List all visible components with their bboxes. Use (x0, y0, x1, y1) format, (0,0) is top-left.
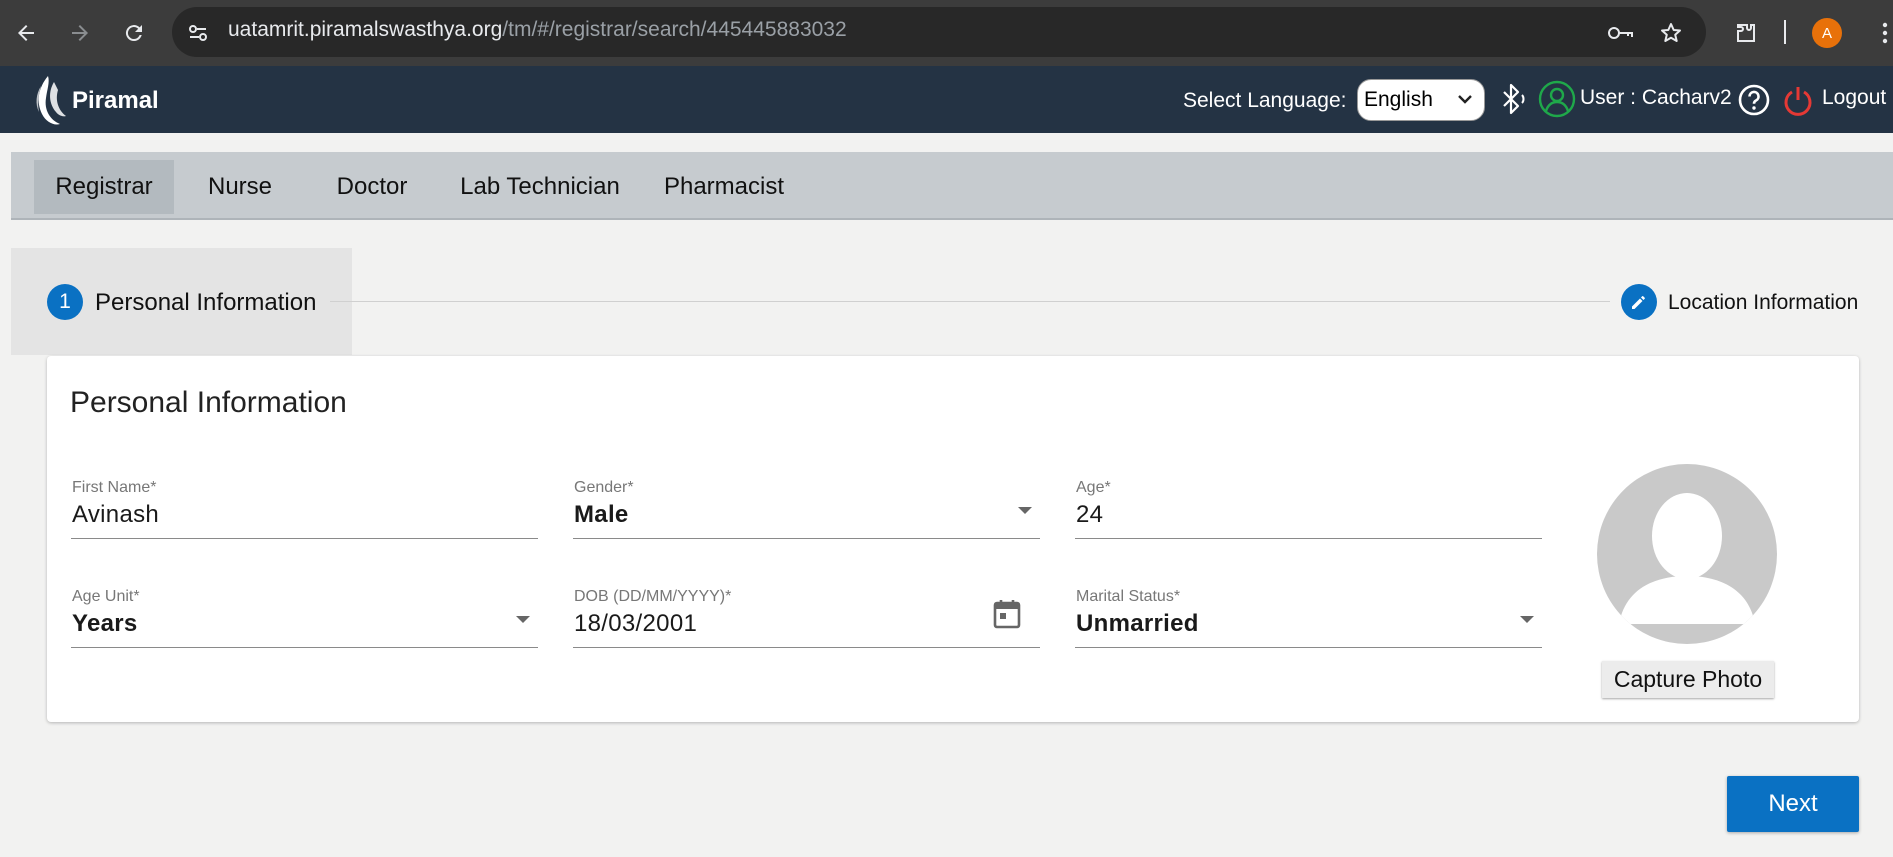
age-field[interactable]: Age* 24 (1075, 479, 1542, 539)
tab-lab-technician[interactable]: Lab Technician (448, 160, 632, 214)
reload-icon[interactable] (114, 13, 154, 53)
gender-value: Male (574, 501, 629, 528)
marital-status-select[interactable]: Marital Status* Unmarried (1075, 588, 1542, 648)
profile-avatar[interactable]: A (1812, 18, 1842, 48)
browser-menu-icon[interactable] (1870, 18, 1893, 48)
dropdown-arrow-icon (1520, 616, 1534, 623)
edit-pencil-icon[interactable] (1621, 284, 1657, 320)
gender-select[interactable]: Gender* Male (573, 479, 1040, 539)
age-unit-select[interactable]: Age Unit* Years (71, 588, 538, 648)
dob-value: 18/03/2001 (574, 610, 698, 637)
user-profile-icon[interactable] (1538, 80, 1576, 118)
tab-pharmacist[interactable]: Pharmacist (656, 160, 792, 214)
first-name-label: First Name* (72, 479, 157, 496)
step-1-indicator: 1 (47, 284, 83, 320)
language-selected-value: English (1364, 88, 1433, 111)
user-info: User : Cacharv2 (1580, 86, 1732, 110)
password-key-icon[interactable] (1606, 18, 1636, 48)
dob-field[interactable]: DOB (DD/MM/YYYY)* 18/03/2001 (573, 588, 1040, 648)
piramal-logo[interactable]: Piramal (32, 72, 159, 130)
age-value: 24 (1076, 501, 1104, 528)
stepper-connector (330, 301, 1610, 302)
age-unit-value: Years (72, 610, 138, 637)
logout-link[interactable]: Logout (1822, 86, 1886, 110)
dropdown-arrow-icon (1018, 507, 1032, 514)
power-logout-icon[interactable] (1781, 83, 1815, 117)
gender-label: Gender* (574, 479, 634, 496)
extensions-icon[interactable] (1731, 18, 1761, 48)
forward-icon[interactable] (60, 13, 100, 53)
user-label: User : (1580, 86, 1637, 109)
age-label: Age* (1076, 479, 1111, 496)
step-1-label: Personal Information (95, 289, 317, 316)
browser-toolbar: uatamrit.piramalswasthya.org/tm/#/regist… (0, 0, 1893, 66)
language-select[interactable]: English (1357, 79, 1485, 121)
url-text: uatamrit.piramalswasthya.org/tm/#/regist… (228, 18, 847, 42)
card-title: Personal Information (70, 386, 347, 419)
tab-doctor[interactable]: Doctor (320, 160, 424, 214)
toolbar-divider (1784, 20, 1786, 44)
tab-registrar[interactable]: Registrar (34, 160, 174, 214)
chevron-down-icon (1458, 95, 1472, 104)
marital-status-label: Marital Status* (1076, 588, 1181, 605)
calendar-icon[interactable] (992, 598, 1022, 635)
back-icon[interactable] (6, 13, 46, 53)
help-icon[interactable] (1737, 83, 1771, 117)
user-name: Cacharv2 (1641, 86, 1732, 109)
bookmark-star-icon[interactable] (1656, 18, 1686, 48)
site-settings-icon[interactable] (183, 18, 213, 48)
role-navigation-bar (11, 152, 1893, 220)
language-label: Select Language: (1183, 89, 1347, 112)
age-unit-label: Age Unit* (72, 588, 140, 605)
url-host: uatamrit.piramalswasthya.org (228, 18, 503, 41)
first-name-value: Avinash (72, 501, 160, 528)
step-2-label[interactable]: Location Information (1668, 291, 1858, 315)
bluetooth-icon[interactable] (1496, 80, 1530, 118)
dob-label: DOB (DD/MM/YYYY)* (574, 588, 732, 605)
url-path: /tm/#/registrar/search/445445883032 (502, 18, 847, 41)
patient-photo-placeholder (1597, 464, 1777, 644)
person-silhouette-icon (1619, 493, 1755, 624)
logo-text: Piramal (72, 87, 159, 114)
next-button[interactable]: Next (1727, 776, 1859, 832)
capture-photo-button[interactable]: Capture Photo (1602, 661, 1774, 698)
piramal-flame-icon (36, 76, 66, 125)
first-name-field[interactable]: First Name* Avinash (71, 479, 538, 539)
tab-nurse[interactable]: Nurse (190, 160, 290, 214)
marital-status-value: Unmarried (1076, 610, 1199, 637)
dropdown-arrow-icon (516, 616, 530, 623)
